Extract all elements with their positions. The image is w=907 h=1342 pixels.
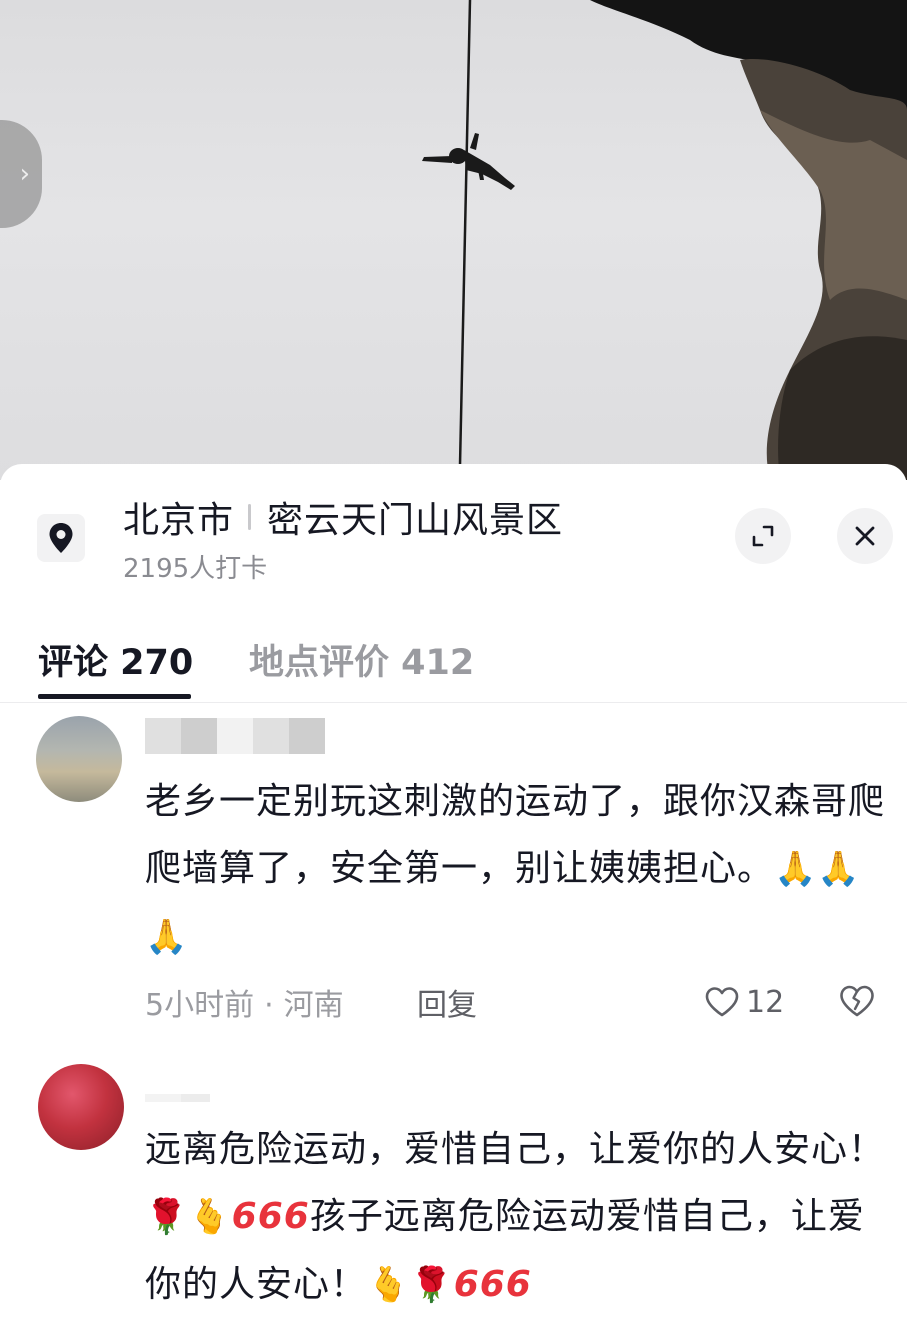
location-place: 密云天门山风景区 bbox=[267, 500, 564, 541]
chevron-right-icon: › bbox=[19, 159, 30, 189]
sticker-666: 666 bbox=[453, 1264, 532, 1305]
location-photo[interactable]: › bbox=[0, 0, 907, 480]
sticker-666: 666 bbox=[231, 1196, 310, 1237]
reply-button[interactable]: 回复 bbox=[417, 980, 477, 1024]
photo-scene bbox=[422, 0, 907, 480]
avatar[interactable] bbox=[36, 716, 122, 802]
expand-icon bbox=[752, 525, 774, 547]
rose-finger-heart-emoji: 🌹🫰 bbox=[145, 1197, 232, 1237]
comment-body-part1: 远离危险运动，爱惜自己，让爱你的人安心！ bbox=[145, 1129, 886, 1170]
climber-figure bbox=[422, 133, 515, 190]
dislike-button[interactable] bbox=[838, 984, 876, 1022]
username-blurred[interactable] bbox=[145, 1094, 210, 1102]
location-city: 北京市 bbox=[123, 500, 235, 541]
like-button[interactable]: 12 bbox=[704, 982, 784, 1022]
divider bbox=[0, 702, 907, 703]
location-pin-icon bbox=[37, 514, 85, 562]
comment-meta: 5小时前 · 河南 bbox=[145, 980, 344, 1024]
tab-bar: 评论 270 地点评价 412 bbox=[0, 624, 907, 704]
avatar[interactable] bbox=[38, 1064, 124, 1150]
close-button[interactable] bbox=[837, 508, 893, 564]
comment-region: 河南 bbox=[283, 988, 344, 1023]
active-tab-indicator bbox=[38, 694, 191, 699]
broken-heart-icon bbox=[840, 985, 874, 1017]
meta-dot: · bbox=[264, 988, 274, 1023]
expand-button[interactable] bbox=[735, 508, 791, 564]
tab-place-ratings[interactable]: 地点评价 412 bbox=[249, 634, 474, 685]
username-blurred[interactable] bbox=[145, 718, 325, 754]
like-count: 12 bbox=[746, 984, 785, 1020]
title-separator bbox=[248, 504, 252, 530]
checkin-count: 2195人打卡 bbox=[123, 554, 268, 584]
comment-text[interactable]: 老乡一定别玩这刺激的运动了，跟你汉森哥爬爬墙算了，安全第一，别让姨姨担心。🙏🙏🙏 bbox=[145, 768, 885, 971]
finger-heart-rose-emoji: 🫰🌹 bbox=[367, 1265, 454, 1305]
tab-comments[interactable]: 评论 270 bbox=[38, 634, 193, 685]
comment-time: 5小时前 bbox=[145, 988, 255, 1023]
location-sheet: 北京市 密云天门山风景区 2195人打卡 评论 270 地点评价 412 老乡一… bbox=[0, 464, 907, 1342]
close-icon bbox=[855, 526, 875, 546]
comment-text[interactable]: 远离危险运动，爱惜自己，让爱你的人安心！🌹🫰666孩子远离危险运动爱惜自己，让爱… bbox=[145, 1116, 885, 1319]
location-title[interactable]: 北京市 密云天门山风景区 bbox=[123, 494, 564, 541]
heart-icon bbox=[705, 987, 739, 1017]
